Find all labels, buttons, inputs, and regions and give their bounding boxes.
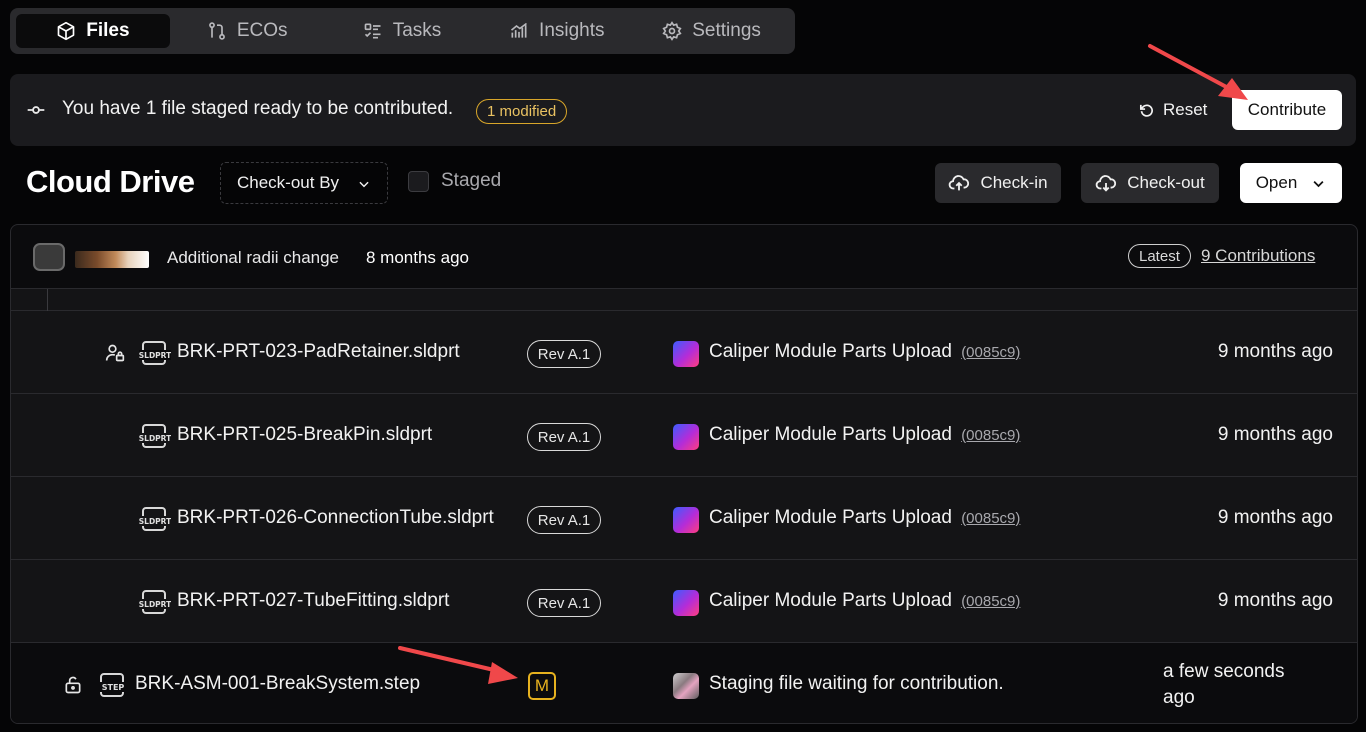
tab-insights[interactable]: Insights <box>479 14 634 48</box>
file-name[interactable]: BRK-PRT-023-PadRetainer.sldprt <box>177 341 460 363</box>
staged-file-row[interactable]: STEP BRK-ASM-001-BreakSystem.step M Stag… <box>11 643 1357 723</box>
contributions-link[interactable]: 9 Contributions <box>1201 246 1315 266</box>
task-list-icon <box>364 23 381 39</box>
sldprt-file-icon: SLDPRT <box>139 590 171 614</box>
check-out-label: Check-out <box>1127 173 1205 192</box>
project-avatar-icon <box>673 590 699 616</box>
cloud-download-icon <box>1095 175 1117 192</box>
user-lock-icon <box>105 344 125 362</box>
git-compare-icon <box>208 22 225 40</box>
project-cell: Caliper Module Parts Upload (0085c9) <box>709 424 1020 446</box>
modified-time: a few seconds ago <box>1163 661 1285 708</box>
modified-status-badge: M <box>528 672 556 700</box>
contribute-button[interactable]: Contribute <box>1232 90 1342 130</box>
modified-time: 9 months ago <box>1217 590 1333 611</box>
unlock-icon <box>65 676 81 694</box>
project-avatar-icon <box>673 424 699 450</box>
revision-badge: Rev A.1 <box>527 340 601 368</box>
modified-time: 9 months ago <box>1217 341 1333 362</box>
checkout-by-label: Check-out By <box>237 173 340 192</box>
revision-badge: Rev A.1 <box>527 589 601 617</box>
tab-ecos[interactable]: ECOs <box>170 14 325 48</box>
file-name[interactable]: BRK-PRT-025-BreakPin.sldprt <box>177 424 432 446</box>
modified-count-badge: 1 modified <box>476 99 568 124</box>
redacted-username <box>75 251 149 268</box>
staged-checkbox[interactable] <box>408 170 429 192</box>
file-table: Additional radii change 8 months ago Lat… <box>10 224 1358 724</box>
staging-message: Staging file waiting for contribution. <box>709 673 1004 694</box>
tab-files[interactable]: Files <box>16 14 170 48</box>
project-cell: Caliper Module Parts Upload (0085c9) <box>709 341 1020 363</box>
sldprt-file-icon: SLDPRT <box>139 341 171 365</box>
staged-message: You have 1 file staged ready to be contr… <box>62 98 454 119</box>
chevron-down-icon <box>359 181 369 188</box>
table-row[interactable]: SLDPRT BRK-PRT-026-ConnectionTube.sldprt… <box>11 477 1357 560</box>
table-row[interactable]: SLDPRT BRK-PRT-025-BreakPin.sldprt Rev A… <box>11 394 1357 477</box>
latest-commit-row[interactable]: Additional radii change 8 months ago Lat… <box>11 225 1357 289</box>
project-avatar-icon <box>673 507 699 533</box>
check-out-button[interactable]: Check-out <box>1081 163 1219 203</box>
file-name[interactable]: BRK-ASM-001-BreakSystem.step <box>135 673 420 695</box>
tree-spacer <box>11 289 1357 311</box>
modified-time: 9 months ago <box>1217 507 1333 528</box>
top-tab-bar: Files ECOs Tasks Insights Settings <box>10 8 795 54</box>
table-row[interactable]: SLDPRT BRK-PRT-027-TubeFitting.sldprt Re… <box>11 560 1357 643</box>
chevron-down-icon <box>1313 180 1324 187</box>
commit-time: 8 months ago <box>366 248 470 267</box>
check-in-label: Check-in <box>980 173 1048 192</box>
modified-time: 9 months ago <box>1217 424 1333 445</box>
open-button[interactable]: Open <box>1240 163 1342 203</box>
revision-badge: Rev A.1 <box>527 423 601 451</box>
staging-thumbnail-icon <box>673 673 699 699</box>
tab-settings[interactable]: Settings <box>634 14 789 48</box>
check-in-button[interactable]: Check-in <box>935 163 1061 203</box>
step-file-icon: STEP <box>98 673 128 697</box>
project-cell: Caliper Module Parts Upload (0085c9) <box>709 590 1020 612</box>
sldprt-file-icon: SLDPRT <box>139 424 171 448</box>
commit-hash-link[interactable]: (0085c9) <box>961 427 1020 444</box>
commit-hash-link[interactable]: (0085c9) <box>961 344 1020 361</box>
project-avatar-icon <box>673 341 699 367</box>
project-name: Caliper Module Parts Upload <box>709 590 952 611</box>
chart-icon <box>511 22 528 38</box>
open-label: Open <box>1255 173 1298 192</box>
svg-text:SLDPRT: SLDPRT <box>139 434 171 443</box>
commit-message: Additional radii change <box>167 248 340 267</box>
staged-label: Staged <box>441 170 502 191</box>
svg-text:SLDPRT: SLDPRT <box>139 517 171 526</box>
commit-hash-link[interactable]: (0085c9) <box>961 510 1020 527</box>
cube-icon <box>57 21 75 41</box>
commit-hash-link[interactable]: (0085c9) <box>961 593 1020 610</box>
tab-ecos-label: ECOs <box>236 20 288 41</box>
project-name: Caliper Module Parts Upload <box>709 341 952 362</box>
project-name: Caliper Module Parts Upload <box>709 424 952 445</box>
tab-files-label: Files <box>86 20 130 41</box>
tab-tasks-label: Tasks <box>392 20 442 41</box>
svg-text:SLDPRT: SLDPRT <box>139 351 171 360</box>
checkout-by-filter[interactable]: Check-out By <box>220 162 388 204</box>
tab-insights-label: Insights <box>539 20 605 41</box>
tab-tasks[interactable]: Tasks <box>325 14 480 48</box>
project-cell: Caliper Module Parts Upload (0085c9) <box>709 507 1020 529</box>
page-title: Cloud Drive <box>26 164 195 199</box>
reset-icon <box>1139 103 1153 117</box>
commit-icon <box>27 106 45 114</box>
avatar <box>33 243 65 271</box>
gear-icon <box>662 21 682 41</box>
revision-badge: Rev A.1 <box>527 506 601 534</box>
sldprt-file-icon: SLDPRT <box>139 507 171 531</box>
reset-label: Reset <box>1163 100 1208 119</box>
project-name: Caliper Module Parts Upload <box>709 507 952 528</box>
table-row[interactable]: SLDPRT BRK-PRT-023-PadRetainer.sldprt Re… <box>11 311 1357 394</box>
latest-badge: Latest <box>1128 244 1191 268</box>
staged-filter: Staged <box>408 170 501 192</box>
cloud-upload-icon <box>949 175 970 191</box>
file-name[interactable]: BRK-PRT-027-TubeFitting.sldprt <box>177 590 449 612</box>
reset-button[interactable]: Reset <box>1138 92 1214 128</box>
svg-text:STEP: STEP <box>102 683 125 692</box>
file-name[interactable]: BRK-PRT-026-ConnectionTube.sldprt <box>177 507 494 529</box>
tab-settings-label: Settings <box>692 20 761 41</box>
svg-text:SLDPRT: SLDPRT <box>139 600 171 609</box>
